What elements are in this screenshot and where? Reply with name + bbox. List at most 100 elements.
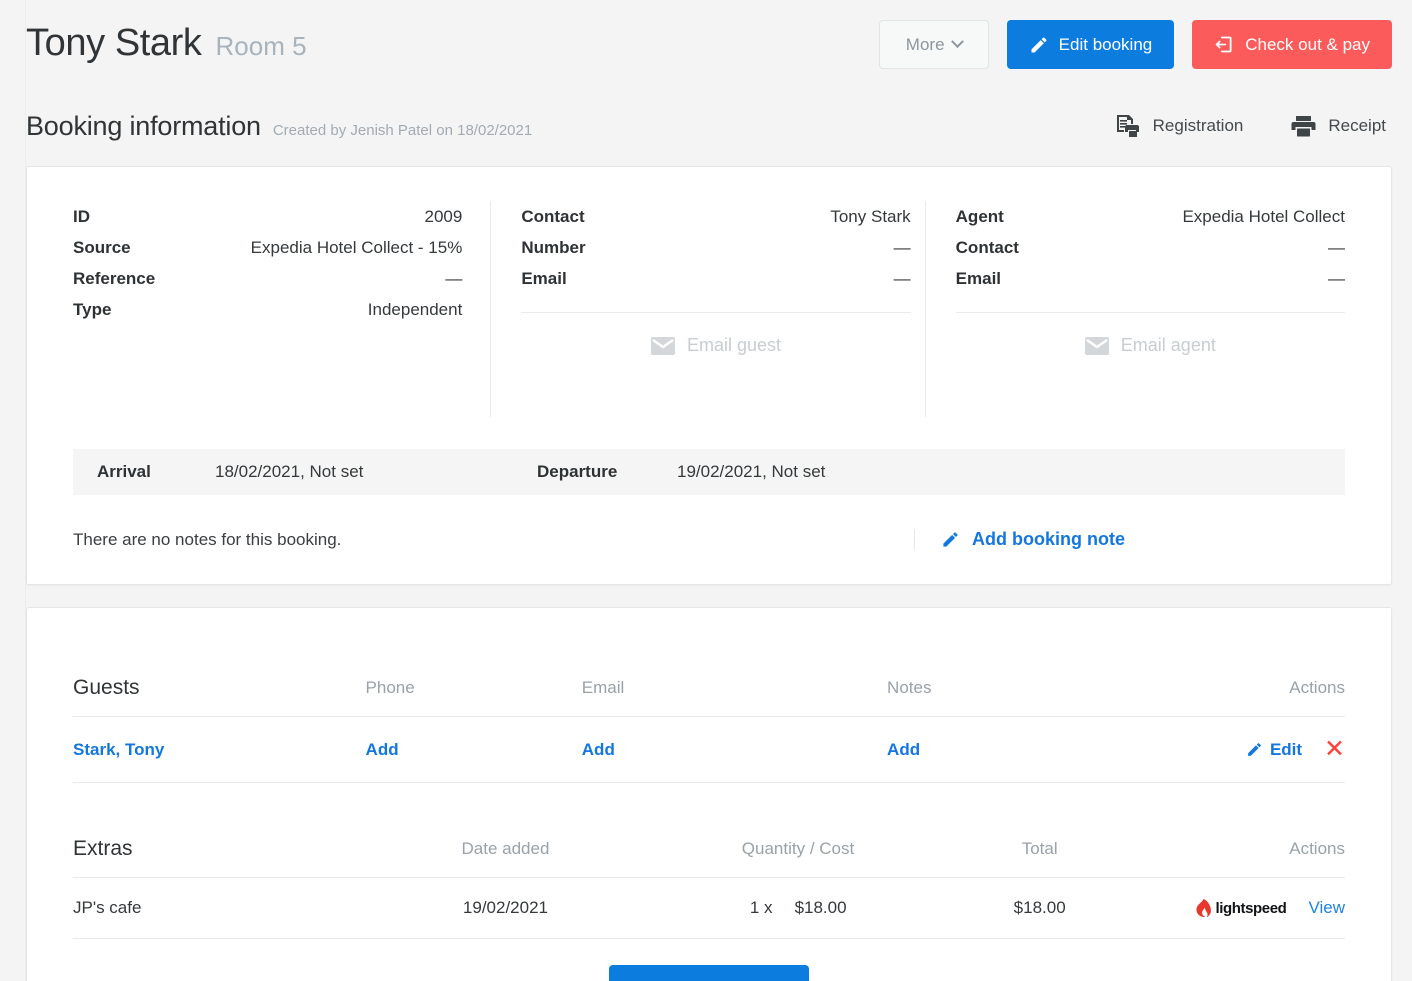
email-guest-button[interactable]: Email guest (521, 313, 910, 370)
booking-info-column-agent: Agent Expedia Hotel Collect Contact — Em… (925, 201, 1345, 417)
add-phone-link[interactable]: Add (366, 740, 399, 759)
add-another-extra-button[interactable]: Add another extra (609, 965, 808, 981)
pencil-icon (941, 530, 960, 549)
booking-info-column-details: ID 2009 Source Expedia Hotel Collect - 1… (73, 201, 490, 417)
info-row: Agent Expedia Hotel Collect (956, 201, 1345, 232)
guests-table: Guests Phone Email Notes Actions Stark, … (73, 666, 1345, 783)
lightspeed-logo: lightspeed (1196, 899, 1286, 917)
guests-header-actions: Actions (1116, 666, 1345, 717)
extra-quantity-cell: 1 x (645, 878, 772, 939)
email-agent-button[interactable]: Email agent (956, 313, 1345, 370)
page-header: Tony Stark Room 5 More Edit booking (0, 0, 1412, 82)
guests-header-notes: Notes (887, 666, 1116, 717)
info-key: Contact (956, 232, 1019, 263)
check-out-and-pay-button[interactable]: Check out & pay (1192, 20, 1392, 69)
more-button-label: More (906, 35, 945, 55)
envelope-icon (651, 337, 675, 355)
column-spacer (73, 325, 462, 417)
guests-header-name: Guests (73, 666, 366, 717)
edit-guest-button[interactable]: Edit (1246, 740, 1302, 760)
info-value: Expedia Hotel Collect - 15% (251, 232, 463, 263)
page-title: Tony Stark Room 5 (26, 16, 879, 65)
section-heading: Booking information Created by Jenish Pa… (26, 111, 1115, 142)
registration-print-icon (1115, 114, 1141, 138)
add-booking-note-button[interactable]: Add booking note (915, 529, 1345, 550)
guest-actions-cell: Edit ✕ (1116, 717, 1345, 783)
room-label: Room 5 (216, 31, 307, 62)
info-key: Source (73, 232, 131, 263)
departure-label: Departure (537, 462, 677, 482)
extra-cost-cell: $18.00 (773, 878, 951, 939)
email-agent-label: Email agent (1121, 335, 1216, 356)
booking-info-column-contact: Contact Tony Stark Number — Email — (490, 201, 924, 417)
header-actions: More Edit booking (879, 16, 1392, 69)
table-row: Stark, Tony Add Add Add (73, 717, 1345, 783)
no-notes-text: There are no notes for this booking. (73, 530, 914, 550)
info-value: Tony Stark (830, 201, 910, 232)
departure-block: Departure 19/02/2021, Not set (537, 462, 825, 482)
extras-header-total: Total (951, 827, 1129, 878)
extras-header-name: Extras (73, 827, 366, 878)
info-key: Number (521, 232, 585, 263)
created-by-text: Created by Jenish Patel on 18/02/2021 (273, 122, 532, 139)
info-row: Source Expedia Hotel Collect - 15% (73, 232, 462, 263)
guest-phone-cell: Add (366, 717, 582, 783)
info-value: — (445, 263, 462, 294)
extras-header-quantity-cost: Quantity / Cost (645, 827, 950, 878)
guests-extras-card: Guests Phone Email Notes Actions Stark, … (26, 607, 1392, 981)
more-button[interactable]: More (879, 20, 989, 69)
guest-actions: Edit ✕ (1116, 737, 1345, 762)
lightspeed-flame-icon (1196, 899, 1211, 917)
lightspeed-wordmark: lightspeed (1215, 900, 1286, 917)
info-row: Contact — (956, 232, 1345, 263)
guest-name-cell: Stark, Tony (73, 717, 366, 783)
guest-name-link[interactable]: Stark, Tony (73, 740, 164, 759)
info-row: ID 2009 (73, 201, 462, 232)
info-key: ID (73, 201, 90, 232)
info-row: Contact Tony Stark (521, 201, 910, 232)
extra-date-added-cell: 19/02/2021 (366, 878, 646, 939)
add-email-link[interactable]: Add (582, 740, 615, 759)
info-row: Email — (521, 263, 910, 294)
document-actions: Registration Receipt (1115, 114, 1386, 142)
receipt-button[interactable]: Receipt (1291, 115, 1386, 138)
extras-header-actions: Actions (1129, 827, 1345, 878)
guests-header-email: Email (582, 666, 887, 717)
email-guest-label: Email guest (687, 335, 781, 356)
add-booking-note-label: Add booking note (972, 529, 1125, 550)
booking-info-grid: ID 2009 Source Expedia Hotel Collect - 1… (27, 167, 1391, 427)
arrival-value: 18/02/2021, Not set (215, 462, 363, 482)
printer-icon (1291, 115, 1316, 138)
check-out-and-pay-label: Check out & pay (1245, 35, 1370, 55)
pencil-icon (1029, 35, 1049, 55)
guests-table-header-row: Guests Phone Email Notes Actions (73, 666, 1345, 717)
registration-label: Registration (1153, 116, 1244, 136)
registration-button[interactable]: Registration (1115, 114, 1244, 138)
edit-booking-button[interactable]: Edit booking (1007, 20, 1175, 69)
info-value: Independent (368, 294, 463, 325)
guest-email-cell: Add (582, 717, 887, 783)
logout-icon (1214, 34, 1235, 55)
guest-name: Tony Stark (26, 22, 202, 65)
section-title: Booking information (26, 111, 261, 142)
table-row: JP's cafe 19/02/2021 1 x $18.00 $18.00 (73, 878, 1345, 939)
info-value: — (894, 232, 911, 263)
arrival-block: Arrival 18/02/2021, Not set (97, 462, 537, 482)
extras-table: Extras Date added Quantity / Cost Total … (73, 827, 1345, 939)
add-notes-link[interactable]: Add (887, 740, 920, 759)
info-row: Email — (956, 263, 1345, 294)
delete-guest-button[interactable]: ✕ (1324, 737, 1345, 762)
view-extra-link[interactable]: View (1308, 898, 1345, 918)
info-key: Email (521, 263, 566, 294)
info-value: — (1328, 263, 1345, 294)
info-value: — (1328, 232, 1345, 263)
info-key: Contact (521, 201, 584, 232)
envelope-icon (1085, 337, 1109, 355)
pencil-icon (1246, 741, 1263, 758)
extra-actions-cell: lightspeed View (1129, 878, 1345, 939)
stay-dates-bar: Arrival 18/02/2021, Not set Departure 19… (73, 449, 1345, 495)
chevron-down-icon (951, 35, 964, 48)
info-key: Type (73, 294, 111, 325)
info-row: Number — (521, 232, 910, 263)
info-key: Agent (956, 201, 1004, 232)
